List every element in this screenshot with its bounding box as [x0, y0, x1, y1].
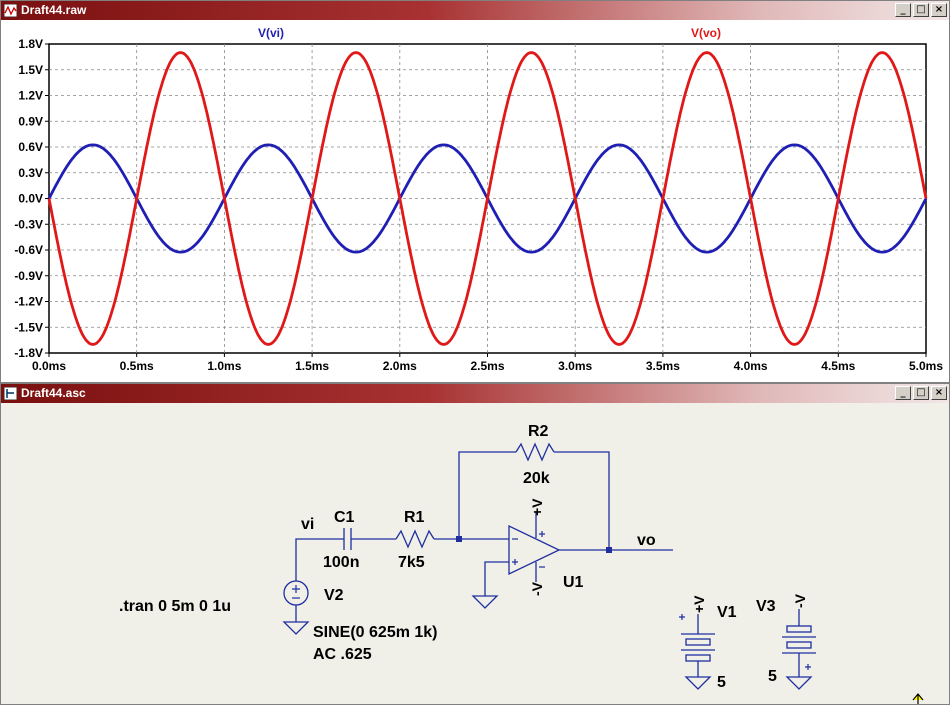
cursor-arrow-icon	[912, 693, 924, 704]
waveform-title: Draft44.raw	[21, 3, 87, 17]
x-tick-label: 4.0ms	[734, 359, 768, 373]
opamp-u1-symbol[interactable]	[508, 524, 561, 576]
y-tick-label: -0.6V	[14, 243, 43, 257]
v3-plus-mark	[805, 664, 811, 670]
waveform-icon	[4, 4, 17, 17]
v3-plate-1	[786, 625, 812, 633]
junction-dot-inverting	[456, 536, 462, 542]
wire-feedback-right[interactable]	[554, 451, 610, 550]
x-tick-label: 0.0ms	[32, 359, 66, 373]
ground-symbol-v3	[785, 676, 813, 690]
r2-value[interactable]: 20k	[523, 470, 550, 487]
x-tick-label: 3.0ms	[558, 359, 592, 373]
y-tick-label: 0.3V	[18, 166, 43, 180]
x-tick-label: 1.0ms	[207, 359, 241, 373]
v1-value[interactable]: 5	[717, 674, 726, 691]
wire-feedback-left[interactable]	[458, 451, 516, 539]
v1-vplus-label: +V	[691, 595, 707, 613]
x-tick-label: 2.5ms	[470, 359, 504, 373]
schematic-titlebar[interactable]: Draft44.asc _ □ ×	[1, 384, 949, 403]
v1-plate-4	[685, 654, 711, 662]
tran-directive[interactable]: .tran 0 5m 0 1u	[119, 598, 231, 615]
r1-value[interactable]: 7k5	[398, 554, 425, 571]
opamp-vplus-label: +V	[529, 498, 545, 516]
v2-spec-sine[interactable]: SINE(0 625m 1k)	[313, 624, 438, 641]
ground-symbol-v2	[282, 621, 310, 635]
v3-plate-3	[786, 641, 812, 649]
schematic-icon	[4, 387, 17, 400]
x-tick-label: 0.5ms	[120, 359, 154, 373]
v1-plus-mark	[679, 614, 685, 620]
u1-name[interactable]: U1	[563, 574, 584, 591]
close-button[interactable]: ×	[931, 3, 947, 17]
x-tick-label: 1.5ms	[295, 359, 329, 373]
x-tick-label: 2.0ms	[383, 359, 417, 373]
opamp-vplus-mark	[539, 531, 545, 537]
junction-dot-output	[606, 547, 612, 553]
schematic-title: Draft44.asc	[21, 386, 86, 400]
v3-vminus-label: -V	[792, 593, 808, 608]
y-tick-label: 1.8V	[18, 37, 43, 51]
x-tick-label: 5.0ms	[909, 359, 943, 373]
r2-symbol[interactable]	[515, 442, 555, 462]
r1-symbol[interactable]	[395, 529, 435, 549]
net-label-vi[interactable]: vi	[301, 516, 314, 533]
minimize-button[interactable]: _	[895, 386, 911, 400]
x-tick-label: 3.5ms	[646, 359, 680, 373]
wire-noninverting-ground[interactable]	[484, 561, 509, 596]
v2-spec-ac[interactable]: AC .625	[313, 646, 372, 663]
c1-name[interactable]: C1	[334, 509, 355, 526]
y-tick-label: -1.2V	[14, 295, 43, 309]
minimize-button[interactable]: _	[895, 3, 911, 17]
v3-value[interactable]: 5	[768, 668, 777, 685]
legend-label-1[interactable]: V(vo)	[691, 26, 721, 40]
y-tick-label: -0.9V	[14, 269, 43, 283]
y-tick-label: 0.0V	[18, 192, 43, 206]
waveform-titlebar[interactable]: Draft44.raw _ □ ×	[1, 1, 949, 20]
maximize-button[interactable]: □	[913, 386, 929, 400]
v1-plate-2	[685, 638, 711, 646]
waveform-plot[interactable]: 0.0ms 0.5ms 1.0ms 1.5ms 2.0ms 2.5ms 3.0ms 3.5ms…	[1, 21, 949, 382]
maximize-button[interactable]: □	[913, 3, 929, 17]
ground-symbol-v1	[684, 676, 712, 690]
v2-plus-sign	[292, 585, 300, 593]
v3-name[interactable]: V3	[756, 598, 776, 615]
r2-name[interactable]: R2	[528, 423, 549, 440]
c1-value[interactable]: 100n	[323, 554, 359, 571]
schematic-canvas[interactable]: vi C1 100n R1 7k5 R2 20k U1 vo V2 SINE(0…	[1, 404, 949, 704]
v2-name[interactable]: V2	[324, 587, 344, 604]
y-tick-label: -1.8V	[14, 346, 43, 360]
r1-name[interactable]: R1	[404, 509, 425, 526]
y-tick-label: -1.5V	[14, 320, 43, 334]
close-button[interactable]: ×	[931, 386, 947, 400]
legend-label-0[interactable]: V(vi)	[258, 26, 284, 40]
ground-symbol-opamp	[471, 595, 499, 609]
opamp-vminus-label: -V	[529, 581, 545, 596]
y-tick-label: 0.9V	[18, 114, 43, 128]
y-tick-label: 1.2V	[18, 89, 43, 103]
v1-name[interactable]: V1	[717, 604, 737, 621]
y-tick-label: 1.5V	[18, 63, 43, 77]
net-label-vo[interactable]: vo	[637, 532, 656, 549]
x-tick-label: 4.5ms	[821, 359, 855, 373]
y-tick-label: -0.3V	[14, 217, 43, 231]
y-tick-label: 0.6V	[18, 140, 43, 154]
schematic-window: Draft44.asc _ □ × vi C1 100n R1 7k5 R2 2…	[0, 383, 950, 705]
waveform-window: Draft44.raw _ □ × 0.0ms 0.5ms 1.0ms 1.5ms 2.…	[0, 0, 950, 383]
opamp-plus-sign	[512, 559, 518, 565]
